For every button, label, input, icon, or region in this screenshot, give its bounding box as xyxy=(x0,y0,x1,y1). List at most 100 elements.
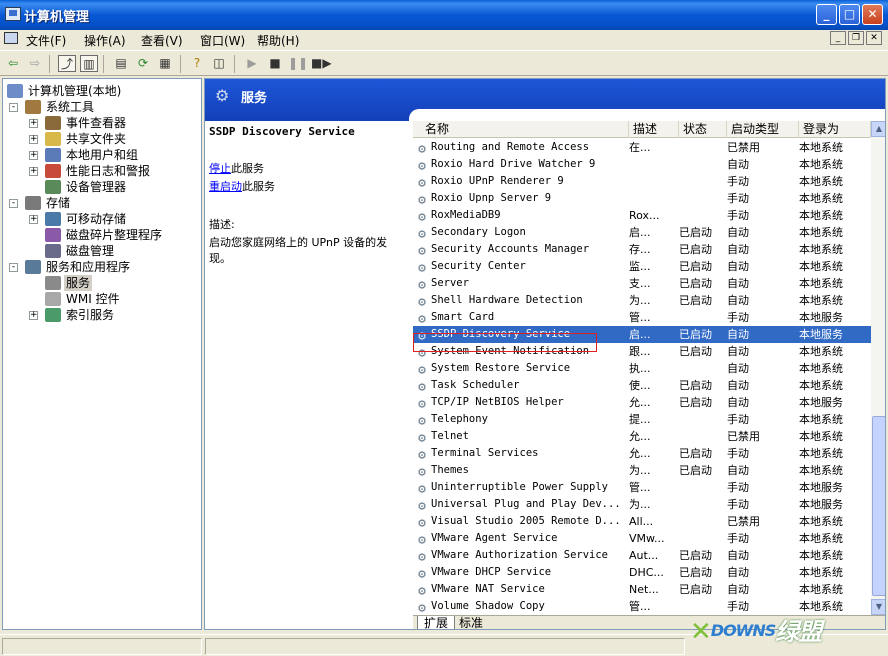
expand-icon[interactable]: + xyxy=(29,167,38,176)
gear-icon: ⚙ xyxy=(418,431,426,445)
service-row[interactable]: ⚙ Task Scheduler 使... 已启动 自动 本地系统 xyxy=(413,377,885,394)
expand-icon[interactable]: + xyxy=(29,215,38,224)
maximize-button[interactable]: □ xyxy=(839,4,860,25)
service-row[interactable]: ⚙ RoxMediaDB9 Rox... 手动 本地系统 xyxy=(413,207,885,224)
refresh-icon[interactable]: ⟳ xyxy=(134,55,152,72)
forward-arrow-icon[interactable]: ⇨ xyxy=(26,55,44,72)
column-header-status[interactable]: 状态 xyxy=(679,121,727,138)
menu-help[interactable]: 帮助(H) xyxy=(257,32,299,49)
service-row[interactable]: ⚙ Roxio Hard Drive Watcher 9 自动 本地系统 xyxy=(413,156,885,173)
tree-item[interactable]: 磁盘管理 xyxy=(45,243,116,259)
service-row[interactable]: ⚙ Telnet 允... 已禁用 本地系统 xyxy=(413,428,885,445)
menu-file[interactable]: 文件(F) xyxy=(26,32,66,49)
collapse-icon[interactable]: - xyxy=(9,199,18,208)
expand-icon[interactable]: + xyxy=(29,311,38,320)
properties-icon[interactable]: ▤ xyxy=(112,55,130,72)
service-row[interactable]: ⚙ Universal Plug and Play Dev... 为... 手动 本地服… xyxy=(413,496,885,513)
scroll-thumb[interactable] xyxy=(872,416,885,596)
service-row[interactable]: ⚙ TCP/IP NetBIOS Helper 允... 已启动 自动 本地服务 xyxy=(413,394,885,411)
tree-item[interactable]: + 共享文件夹 xyxy=(29,131,128,147)
child-minimize-button[interactable]: _ xyxy=(830,31,846,45)
performance-icon xyxy=(45,164,61,178)
tree-item[interactable]: 设备管理器 xyxy=(45,179,128,195)
service-row[interactable]: ⚙ Telephony 提... 手动 本地系统 xyxy=(413,411,885,428)
tree-item[interactable]: + 本地用户和组 xyxy=(29,147,140,163)
service-row[interactable]: ⚙ Roxio Upnp Server 9 手动 本地系统 xyxy=(413,190,885,207)
restart-service-link[interactable]: 重启动 xyxy=(209,180,242,193)
vertical-scrollbar[interactable]: ▲ ▼ xyxy=(871,121,885,615)
event-viewer-icon xyxy=(45,116,61,130)
tree-item[interactable]: + 索引服务 xyxy=(29,307,116,323)
service-row[interactable]: ⚙ Server 支... 已启动 自动 本地系统 xyxy=(413,275,885,292)
stop-service-link[interactable]: 停止 xyxy=(209,162,231,175)
window-title: 计算机管理 xyxy=(24,10,90,25)
expand-icon[interactable]: + xyxy=(29,151,38,160)
show-hide-tree-icon[interactable]: ▥ xyxy=(80,55,98,72)
service-row[interactable]: ⚙ Visual Studio 2005 Remote D... All... 已禁用… xyxy=(413,513,885,530)
column-header-description[interactable]: 描述 xyxy=(629,121,679,138)
service-row[interactable]: ⚙ Shell Hardware Detection 为... 已启动 自动 本地系统 xyxy=(413,292,885,309)
tree-item[interactable]: - 系统工具 xyxy=(9,99,96,115)
export-list-icon[interactable]: ▦ xyxy=(156,55,174,72)
collapse-icon[interactable]: - xyxy=(9,263,18,272)
expand-icon[interactable]: + xyxy=(29,119,38,128)
back-arrow-icon[interactable]: ⇦ xyxy=(4,55,22,72)
tree-item[interactable]: + 可移动存储 xyxy=(29,211,128,227)
help-icon[interactable]: ? xyxy=(188,55,206,72)
service-startup-type: 手动 xyxy=(727,209,749,222)
service-row[interactable]: ⚙ System Event Notification 跟... 已启动 自动 本地系统 xyxy=(413,343,885,360)
stop-service-icon[interactable]: ■ xyxy=(266,55,284,72)
service-row[interactable]: ⚙ System Restore Service 执... 自动 本地系统 xyxy=(413,360,885,377)
tree-item[interactable]: - 存储 xyxy=(9,195,72,211)
service-row[interactable]: ⚙ Themes 为... 已启动 自动 本地系统 xyxy=(413,462,885,479)
tree-item[interactable]: + 事件查看器 xyxy=(29,115,128,131)
tab-standard[interactable]: 标准 xyxy=(453,616,489,629)
title-bar[interactable]: 计算机管理 _ □ ✕ xyxy=(0,0,888,30)
service-name: ⚙ Roxio Upnp Server 9 xyxy=(415,190,627,207)
tab-extended[interactable]: 扩展 xyxy=(417,616,456,629)
tree-item[interactable]: + 性能日志和警报 xyxy=(29,163,152,179)
service-row[interactable]: ⚙ Routing and Remote Access 在... 已禁用 本地系统 xyxy=(413,139,885,156)
service-row[interactable]: ⚙ VMware DHCP Service DHC... 已启动 自动 本地系统 xyxy=(413,564,885,581)
pause-service-icon[interactable]: ❚❚ xyxy=(288,55,308,72)
minimize-button[interactable]: _ xyxy=(816,4,837,25)
restart-service-icon[interactable]: ■▶ xyxy=(311,55,332,72)
menu-action[interactable]: 操作(A) xyxy=(84,32,126,49)
system-menu-icon[interactable] xyxy=(4,32,18,44)
child-close-button[interactable]: ✕ xyxy=(866,31,882,45)
service-row[interactable]: ⚙ VMware NAT Service Net... 已启动 自动 本地系统 xyxy=(413,581,885,598)
tree-item[interactable]: - 服务和应用程序 xyxy=(9,259,132,275)
menu-view[interactable]: 查看(V) xyxy=(141,32,183,49)
close-button[interactable]: ✕ xyxy=(862,4,883,25)
child-restore-button[interactable]: ❐ xyxy=(848,31,864,45)
service-status: 已启动 xyxy=(679,464,712,477)
console-tree-icon[interactable]: ◫ xyxy=(210,55,228,72)
service-row[interactable]: ⚙ Roxio UPnP Renderer 9 手动 本地系统 xyxy=(413,173,885,190)
service-name-text: RoxMediaDB9 xyxy=(431,209,501,221)
scroll-down-icon[interactable]: ▼ xyxy=(871,599,885,615)
service-row[interactable]: ⚙ VMware Agent Service VMw... 手动 本地系统 xyxy=(413,530,885,547)
service-row[interactable]: ⚙ Security Center 监... 已启动 自动 本地系统 xyxy=(413,258,885,275)
service-row[interactable]: ⚙ Terminal Services 允... 已启动 手动 本地系统 xyxy=(413,445,885,462)
service-row[interactable]: ⚙ SSDP Discovery Service 启... 已启动 自动 本地服务 xyxy=(413,326,885,343)
column-header-logon-as[interactable]: 登录为 xyxy=(799,121,871,138)
tree-item[interactable]: WMI 控件 xyxy=(45,291,122,307)
scroll-up-icon[interactable]: ▲ xyxy=(871,121,885,137)
collapse-icon[interactable]: - xyxy=(9,103,18,112)
column-header-name[interactable]: 名称 xyxy=(413,121,629,138)
service-row[interactable]: ⚙ VMware Authorization Service Aut... 已启动 自动… xyxy=(413,547,885,564)
menu-window[interactable]: 窗口(W) xyxy=(200,32,245,49)
tree-item-label: 可移动存储 xyxy=(66,212,127,226)
tree-item[interactable]: 服务 xyxy=(45,275,93,291)
tree-item[interactable]: 计算机管理(本地) xyxy=(7,83,123,99)
expand-icon[interactable]: + xyxy=(29,135,38,144)
column-header-startup-type[interactable]: 启动类型 xyxy=(727,121,799,138)
start-service-icon[interactable]: ▶ xyxy=(243,55,261,72)
service-row[interactable]: ⚙ Security Accounts Manager 存... 已启动 自动 本地系统 xyxy=(413,241,885,258)
service-row[interactable]: ⚙ Uninterruptible Power Supply 管... 手动 本地服务 xyxy=(413,479,885,496)
up-folder-icon[interactable]: ⤴ xyxy=(58,55,76,72)
service-description: 允... xyxy=(629,447,651,460)
tree-item[interactable]: 磁盘碎片整理程序 xyxy=(45,227,164,243)
service-row[interactable]: ⚙ Smart Card 管... 手动 本地服务 xyxy=(413,309,885,326)
service-row[interactable]: ⚙ Secondary Logon 启... 已启动 自动 本地系统 xyxy=(413,224,885,241)
